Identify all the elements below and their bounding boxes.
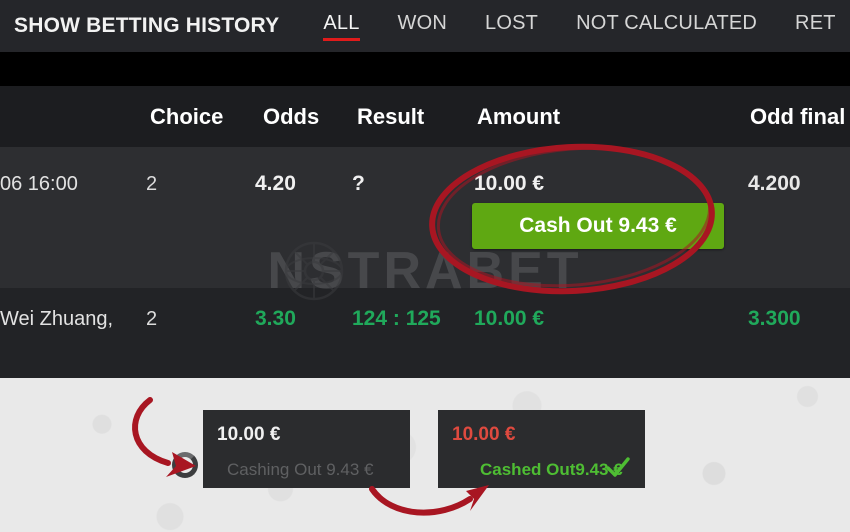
table-row[interactable]: Wei Zhuang, 2 3.30 124 : 125 10.00 € 3.3… (0, 288, 850, 378)
cell-odds: 4.20 (255, 172, 296, 195)
column-header-amount: Amount (477, 103, 561, 129)
tab-won[interactable]: WON (398, 12, 447, 40)
cashed-out-confirmed-popup: 10.00 € Cashed Out9.43 € (438, 410, 645, 488)
popup-status-label: Cashed Out9.43 € (480, 460, 623, 479)
tab-all[interactable]: ALL (323, 12, 360, 41)
table-header-row: Choice Odds Result Amount Odd final (0, 86, 850, 147)
cell-odd-final: 4.200 (748, 172, 801, 195)
cell-event-time: 06 16:00 (0, 173, 78, 195)
column-header-odds: Odds (263, 103, 320, 129)
cell-result: ? (352, 172, 365, 195)
cell-result: 124 : 125 (352, 307, 441, 330)
header-divider (0, 52, 850, 86)
explainer-strip (0, 378, 850, 532)
tab-lost[interactable]: LOST (485, 12, 538, 40)
column-header-result: Result (357, 103, 425, 129)
popup-stake-amount: 10.00 € (452, 424, 516, 445)
page-title: SHOW BETTING HISTORY (14, 14, 280, 37)
tab-not-calculated[interactable]: NOT CALCULATED (576, 12, 757, 40)
cell-event-name: Wei Zhuang, (0, 308, 114, 330)
column-header-choice: Choice (150, 103, 224, 129)
popup-status-label: Cashing Out 9.43 € (227, 460, 374, 479)
check-icon (606, 457, 630, 477)
column-header-odd-final: Odd final (750, 103, 846, 129)
cell-choice: 2 (146, 308, 158, 330)
cashing-out-pending-popup: 10.00 € Cashing Out 9.43 € (203, 410, 410, 488)
cell-odds: 3.30 (255, 307, 296, 330)
filter-tabs: ALL WON LOST NOT CALCULATED RET (323, 12, 850, 41)
cell-odd-final: 3.300 (748, 307, 801, 330)
cash-out-button[interactable]: Cash Out 9.43 € (472, 203, 724, 249)
popup-stake-amount: 10.00 € (217, 424, 281, 445)
cell-choice: 2 (146, 173, 158, 195)
betting-history-header: SHOW BETTING HISTORY ALL WON LOST NOT CA… (0, 0, 850, 52)
loading-spinner-icon (172, 452, 198, 478)
cell-amount: 10.00 € (474, 172, 545, 195)
tab-returned[interactable]: RET (795, 12, 836, 40)
cell-amount: 10.00 € (474, 307, 545, 330)
